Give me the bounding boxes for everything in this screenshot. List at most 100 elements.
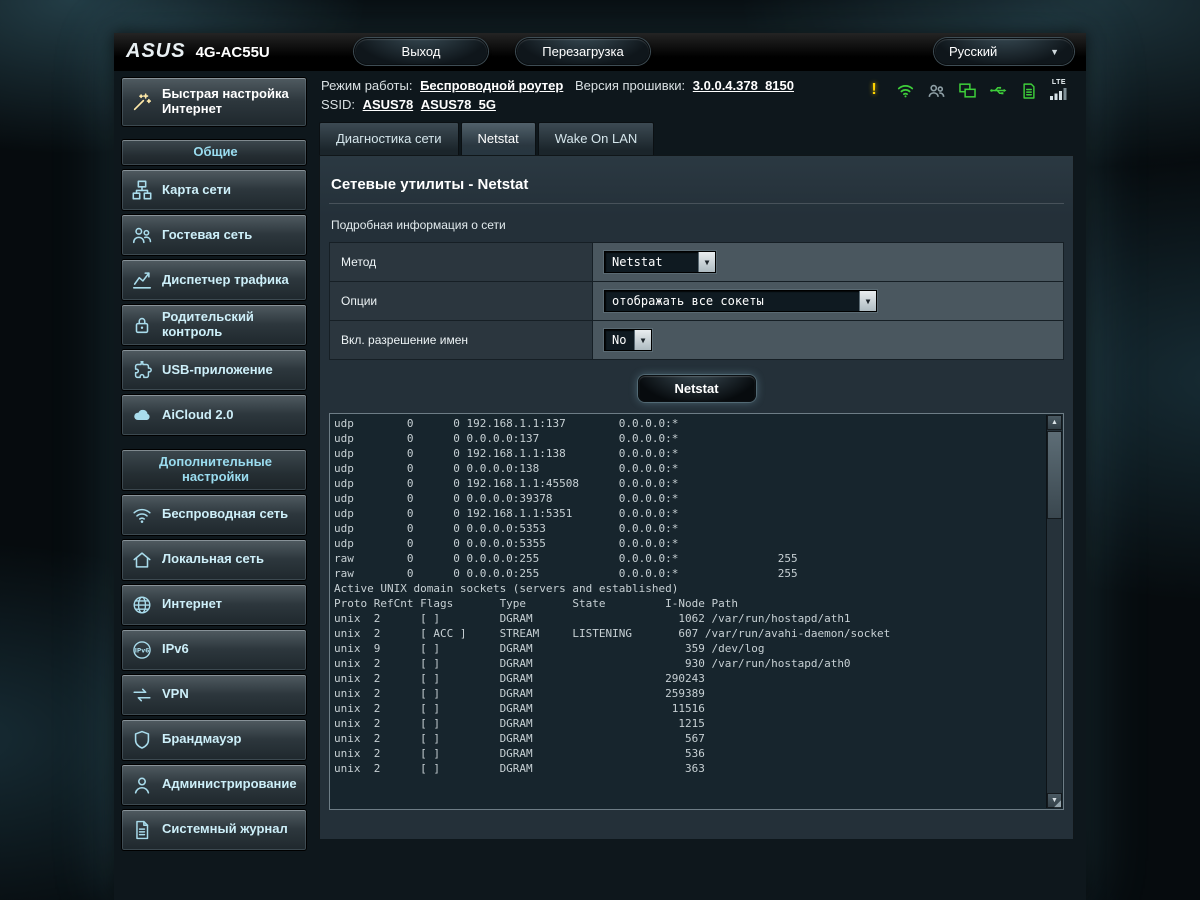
console-resize-grip[interactable]: ◢ [1054,799,1061,808]
sidebar-item-parental-control[interactable]: Родительский контроль [121,304,307,346]
lte-signal-icon[interactable]: LTE [1050,79,1068,100]
sidebar-item-wireless[interactable]: Беспроводная сеть [121,494,307,536]
sidebar-item-label: Карта сети [162,183,231,198]
quick-setup-label: Быстрая настройка Интернет [162,87,300,117]
page-subtitle: Подробная информация о сети [331,218,1062,232]
form-row-name-resolution: Вкл. разрешение имен No ▼ [330,321,1064,360]
sidebar-item-usb-application[interactable]: USB-приложение [121,349,307,391]
options-select-value: отображать все сокеты [605,291,859,311]
internet-icon [131,594,153,616]
wifi-icon[interactable] [895,78,915,100]
sidebar-item-label: VPN [162,687,189,702]
vpn-icon [131,684,153,706]
name-resolution-label: Вкл. разрешение имен [330,321,593,360]
operation-mode-link[interactable]: Беспроводной роутер [420,78,563,93]
asus-logo[interactable]: ASUS 4G-AC55U [126,40,326,63]
sidebar-item-network-map[interactable]: Карта сети [121,169,307,211]
reboot-button[interactable]: Перезагрузка [516,38,650,65]
sidebar-item-label: AiCloud 2.0 [162,408,234,423]
usb-icon[interactable] [988,78,1008,100]
scroll-up-icon[interactable]: ▲ [1047,415,1062,430]
sidebar-item-label: Администрирование [162,777,297,792]
usb-app-icon [131,359,153,381]
svg-text:IPv6: IPv6 [135,647,150,654]
form-row-options: Опции отображать все сокеты ▼ [330,282,1064,321]
model-name: 4G-AC55U [196,44,270,61]
sidebar-item-aicloud[interactable]: AiCloud 2.0 [121,394,307,436]
console-scrollbar[interactable]: ▲ ▼ [1046,415,1062,808]
aicloud-icon [131,404,153,426]
sidebar-item-administration[interactable]: Администрирование [121,764,307,806]
logout-button[interactable]: Выход [354,38,488,65]
language-label: Русский [949,44,997,59]
language-select[interactable]: Русский ▼ [934,38,1074,65]
network-map-icon [131,179,153,201]
sidebar-item-label: Локальная сеть [162,552,264,567]
admin-icon [131,774,153,796]
tab-wake-on-lan[interactable]: Wake On LAN [538,122,655,155]
clients-icon[interactable] [926,78,946,100]
sidebar-item-traffic-manager[interactable]: Диспетчер трафика [121,259,307,301]
method-label: Метод [330,243,593,282]
tab-netstat[interactable]: Netstat [461,122,536,155]
sidebar-item-label: Интернет [162,597,222,612]
infobar: Режим работы: Беспроводной роутер Версия… [319,71,1074,120]
dropdown-arrow-icon: ▼ [698,252,715,272]
dropdown-arrow-icon: ▼ [859,291,876,311]
sidebar-item-label: USB-приложение [162,363,273,378]
quick-setup-button[interactable]: Быстрая настройка Интернет [121,77,307,127]
method-select[interactable]: Netstat ▼ [604,251,716,273]
status-icons: ! [864,78,1068,100]
main-column: Режим работы: Беспроводной роутер Версия… [311,71,1086,839]
sidebar-item-wan[interactable]: Интернет [121,584,307,626]
section-title: Общие [193,145,237,160]
sidebar-item-vpn[interactable]: VPN [121,674,307,716]
magic-wand-icon [131,91,153,113]
sidebar-item-system-log[interactable]: Системный журнал [121,809,307,851]
name-resolution-select[interactable]: No ▼ [604,329,652,351]
netstat-run-button[interactable]: Netstat [638,375,756,402]
sidebar-item-label: Беспроводная сеть [162,507,288,522]
topbar: ASUS 4G-AC55U Выход Перезагрузка Русский… [114,33,1086,71]
method-select-value: Netstat [605,252,698,272]
sidebar-item-label: Брандмауэр [162,732,241,747]
tab-network-diagnostics[interactable]: Диагностика сети [319,122,459,155]
firmware-version-link[interactable]: 3.0.0.4.378_8150 [693,78,794,93]
sidebar-item-lan[interactable]: Локальная сеть [121,539,307,581]
section-title: Дополнительные настройки [131,455,300,485]
sidebar-item-firewall[interactable]: Брандмауэр [121,719,307,761]
lan-icon [131,549,153,571]
content-panel: Сетевые утилиты - Netstat Подробная инфо… [319,155,1074,839]
dropdown-arrow-icon: ▼ [634,330,651,350]
firewall-icon [131,729,153,751]
sidebar-item-ipv6[interactable]: IPv6 IPv6 [121,629,307,671]
sidebar-item-label: Диспетчер трафика [162,273,289,288]
sidebar-item-label: IPv6 [162,642,189,657]
operation-mode-label: Режим работы: [321,78,412,93]
options-select[interactable]: отображать все сокеты ▼ [604,290,877,312]
sidebar-item-label: Системный журнал [162,822,288,837]
sidebar: Быстрая настройка Интернет Общие Карта с… [114,71,311,854]
sidebar-item-guest-network[interactable]: Гостевая сеть [121,214,307,256]
log-icon[interactable] [1019,78,1039,100]
traffic-manager-icon [131,269,153,291]
netstat-output-text: udp 0 0 192.168.1.1:137 0.0.0.0:* udp 0 … [334,416,1043,807]
system-log-icon [131,819,153,841]
display-clone-icon[interactable] [957,78,977,100]
options-label: Опции [330,282,593,321]
ipv6-icon: IPv6 [131,639,153,661]
netstat-output-console: udp 0 0 192.168.1.1:137 0.0.0.0:* udp 0 … [329,413,1064,810]
page-title: Сетевые утилиты - Netstat [329,160,1064,204]
ssid-5g-link[interactable]: ASUS78_5G [421,97,496,112]
tab-bar: Диагностика сети Netstat Wake On LAN [319,122,1074,155]
scrollbar-thumb[interactable] [1047,431,1062,519]
wireless-icon [131,504,153,526]
alert-icon[interactable]: ! [864,78,884,100]
ssid-2g-link[interactable]: ASUS78 [363,97,414,112]
guest-network-icon [131,224,153,246]
run-row: Netstat [329,375,1064,402]
ssid-label: SSID: [321,97,355,112]
form-row-method: Метод Netstat ▼ [330,243,1064,282]
chevron-down-icon: ▼ [1050,47,1059,57]
brand-logo-text: ASUS [126,40,186,63]
